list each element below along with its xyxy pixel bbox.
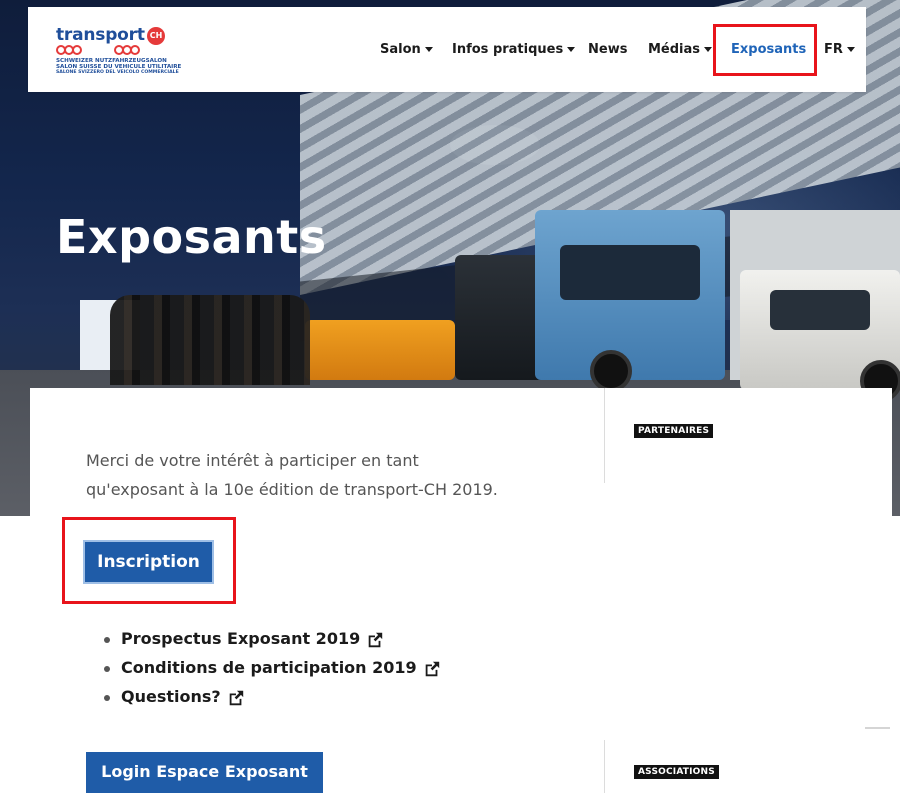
nav-item-medias[interactable]: Médias (648, 42, 713, 60)
bullet-icon (104, 694, 110, 701)
logo-wordmark: transport (56, 25, 145, 45)
nav-label: Infos pratiques (452, 42, 564, 57)
intro-line: Merci de votre intérêt à participer en t… (86, 451, 419, 470)
logo-rings-icon (56, 45, 176, 57)
link-label: Conditions de participation 2019 (121, 658, 417, 677)
nav-label: FR (824, 42, 843, 57)
hero-truck-orange (305, 320, 455, 380)
nav-label: Salon (380, 42, 421, 57)
list-item-conditions[interactable]: Conditions de participation 2019 (104, 656, 441, 685)
caret-down-icon (846, 47, 855, 52)
highlight-box-inscription (62, 517, 236, 604)
nav-item-news[interactable]: News (588, 42, 627, 60)
intro-text: Merci de votre intérêt à participer en t… (86, 446, 566, 504)
hero-crowd (110, 295, 310, 385)
hero-truck-white-windshield (770, 290, 870, 330)
caret-down-icon (704, 47, 713, 52)
nav-item-salon[interactable]: Salon (380, 42, 433, 60)
link-label: Prospectus Exposant 2019 (121, 629, 361, 648)
column-divider (604, 388, 605, 483)
external-link-icon (229, 690, 243, 705)
highlight-box-exposants (713, 24, 817, 76)
logo-tagline: SALONE SVIZZERO DEL VEICOLO COMMERCIALE (56, 70, 179, 75)
nav-item-infos-pratiques[interactable]: Infos pratiques (452, 42, 576, 60)
link-label: Questions? (121, 687, 221, 706)
intro-line: qu'exposant à la 10e édition de transpor… (86, 480, 498, 499)
caret-down-icon (567, 47, 576, 52)
nav-label: Médias (648, 42, 701, 57)
list-item-questions[interactable]: Questions? (104, 685, 441, 714)
language-selector[interactable]: FR (824, 42, 855, 60)
login-espace-exposant-button[interactable]: Login Espace Exposant (86, 752, 323, 793)
sidebar-heading-partenaires: PARTENAIRES (634, 424, 714, 438)
list-item-prospectus[interactable]: Prospectus Exposant 2019 (104, 627, 441, 656)
logo-ch-badge: CH (147, 27, 165, 45)
site-logo[interactable]: transport CH SCHWEIZER NUTZFAHRZEUGSALON… (56, 25, 201, 80)
hero-truck-blue-windshield (560, 245, 700, 300)
scroll-indicator (865, 727, 890, 729)
external-link-icon (425, 661, 439, 676)
nav-label: News (588, 42, 628, 57)
hero-wheel (590, 350, 632, 392)
bullet-icon (104, 636, 110, 643)
external-link-icon (368, 632, 383, 647)
document-links-list: Prospectus Exposant 2019 Conditions de p… (104, 627, 441, 714)
bullet-icon (104, 665, 110, 672)
column-divider (604, 740, 605, 793)
caret-down-icon (424, 47, 433, 52)
sidebar-heading-associations: ASSOCIATIONS (634, 765, 719, 779)
page-title: Exposants (56, 210, 327, 264)
